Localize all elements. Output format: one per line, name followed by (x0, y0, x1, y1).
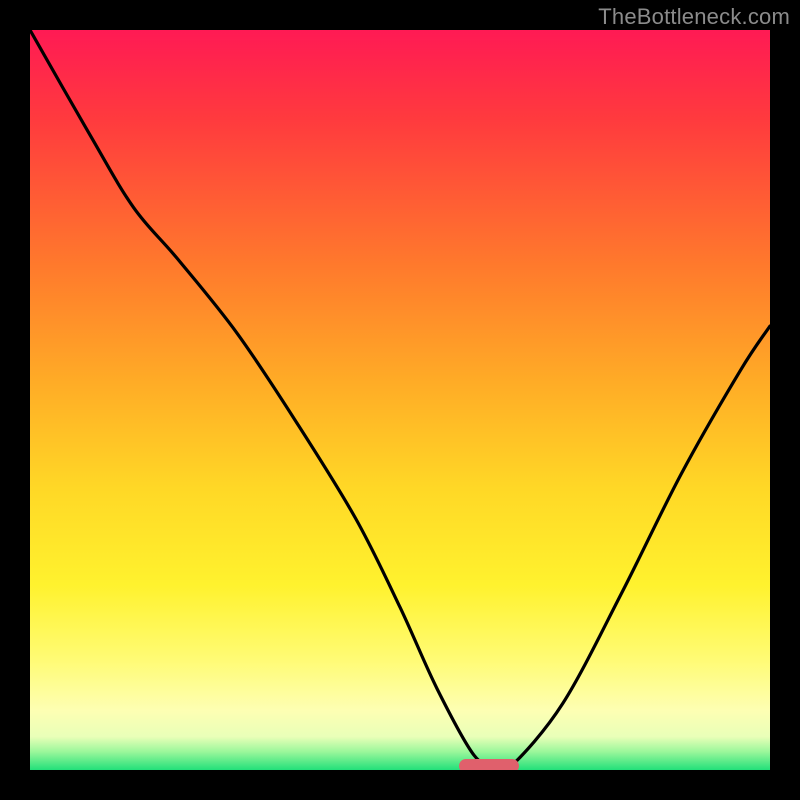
optimal-range-marker (459, 759, 519, 770)
plot-area (30, 30, 770, 770)
chart-frame: TheBottleneck.com (0, 0, 800, 800)
watermark-text: TheBottleneck.com (598, 4, 790, 30)
bottleneck-curve (30, 30, 770, 770)
curve-path (30, 30, 770, 770)
